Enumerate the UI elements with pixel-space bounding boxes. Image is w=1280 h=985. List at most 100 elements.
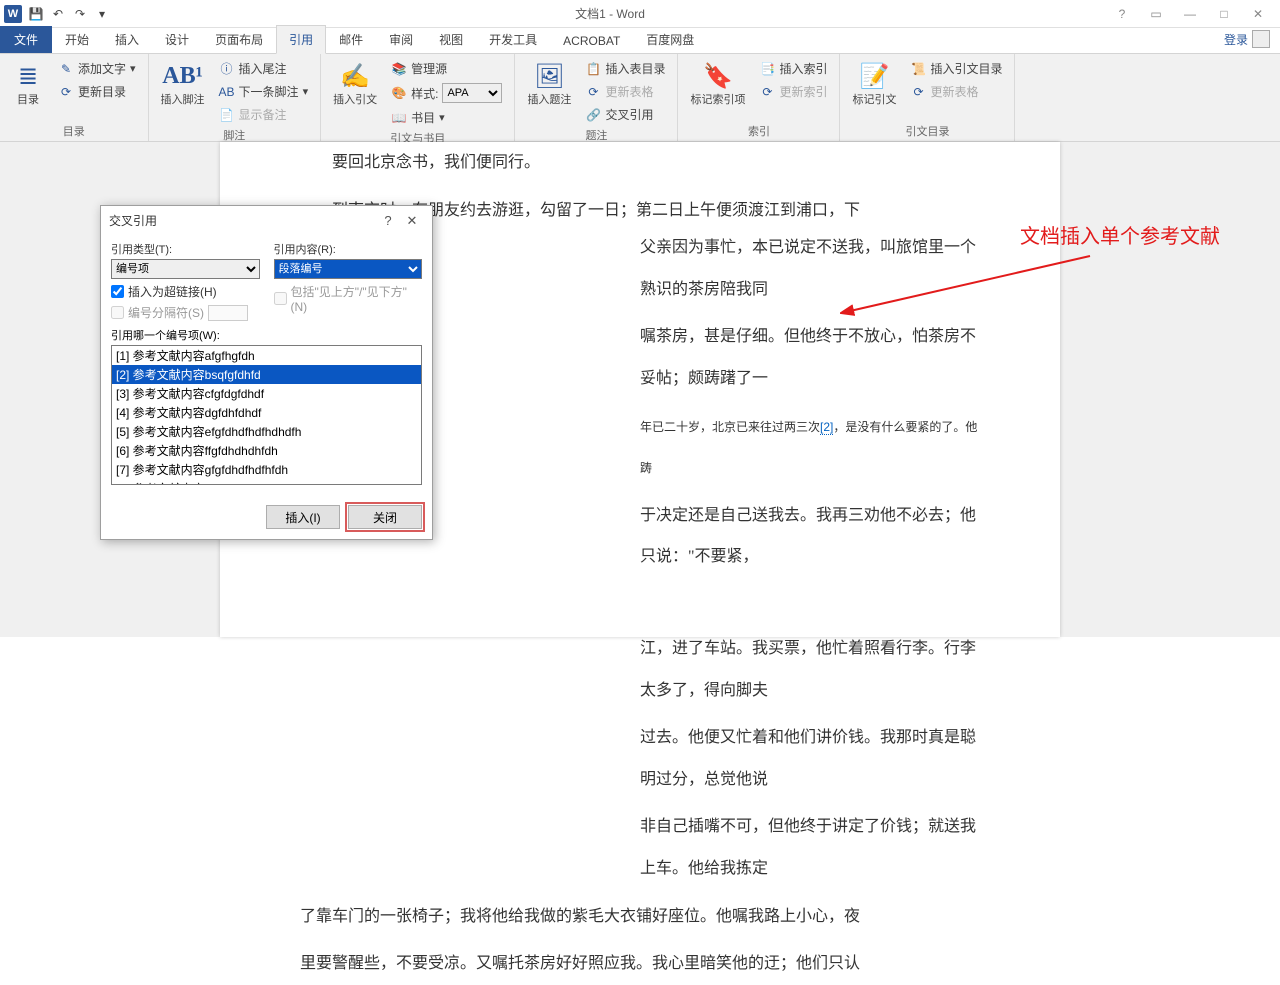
- insert-endnote-button[interactable]: ⓘ插入尾注: [215, 58, 313, 79]
- tab-review[interactable]: 审阅: [376, 25, 426, 53]
- hyperlink-checkbox[interactable]: 插入为超链接(H): [111, 283, 260, 300]
- endnote-icon: ⓘ: [219, 61, 235, 77]
- update-index-button[interactable]: ⟳更新索引: [755, 81, 831, 102]
- toc-button[interactable]: ≣ 目录: [8, 58, 48, 121]
- reftype-label: 引用类型(T):: [111, 241, 260, 257]
- redo-icon[interactable]: ↷: [72, 6, 88, 22]
- cross-reference-dialog: 交叉引用 ? ✕ 引用类型(T): 编号项 引用内容(R): 段落编号 插入为超…: [100, 205, 433, 540]
- file-tab[interactable]: 文件: [0, 26, 52, 53]
- footnote-icon: AB¹: [167, 60, 199, 92]
- close-icon[interactable]: ✕: [1246, 7, 1270, 21]
- tab-view[interactable]: 视图: [426, 25, 476, 53]
- insert-button[interactable]: 插入(I): [266, 505, 340, 529]
- group-label: 题注: [523, 125, 669, 143]
- group-label: 引文目录: [848, 121, 1006, 139]
- ribbon: ≣ 目录 ✎添加文字 ▾ ⟳更新目录 目录 AB¹ 插入脚注 ⓘ插入尾注 AB下…: [0, 54, 1280, 142]
- list-item[interactable]: [4] 参考文献内容dgfdhfdhdf: [112, 403, 421, 422]
- tab-home[interactable]: 开始: [52, 25, 102, 53]
- crossref-icon: 🔗: [585, 107, 601, 123]
- close-button[interactable]: 关闭: [348, 505, 422, 529]
- tab-developer[interactable]: 开发工具: [476, 25, 550, 53]
- undo-icon[interactable]: ↶: [50, 6, 66, 22]
- tab-acrobat[interactable]: ACROBAT: [550, 28, 633, 53]
- separator-checkbox[interactable]: 编号分隔符(S): [111, 304, 260, 321]
- style-select[interactable]: APA: [442, 83, 502, 103]
- login-link[interactable]: 登录: [1214, 25, 1280, 53]
- mark-citation-icon: 📝: [858, 60, 890, 92]
- quick-access-toolbar: W 💾 ↶ ↷ ▾: [0, 5, 110, 23]
- separator-input: [208, 305, 248, 321]
- reference-listbox[interactable]: [1] 参考文献内容afgfhgfdh [2] 参考文献内容bsqfgfdhfd…: [111, 345, 422, 485]
- help-icon[interactable]: ?: [1110, 7, 1134, 21]
- group-index: 🔖 标记索引项 📑插入索引 ⟳更新索引 索引: [678, 54, 840, 141]
- reftype-select[interactable]: 编号项: [111, 259, 260, 279]
- update-table-icon: ⟳: [585, 84, 601, 100]
- insert-caption-button[interactable]: 🖼 插入题注: [523, 58, 575, 125]
- style-icon: 🎨: [391, 85, 407, 101]
- dialog-titlebar[interactable]: 交叉引用 ? ✕: [101, 206, 432, 235]
- group-footnotes: AB¹ 插入脚注 ⓘ插入尾注 AB下一条脚注 ▾ 📄显示备注 脚注: [149, 54, 322, 141]
- list-item[interactable]: [5] 参考文献内容efgfdhdfhdfhdhdfh: [112, 422, 421, 441]
- paragraph: 非自己插嘴不可，但他终于讲定了价钱；就送我上车。他给我拣定: [300, 806, 980, 889]
- tab-baidu[interactable]: 百度网盘: [633, 25, 707, 53]
- maximize-icon[interactable]: □: [1212, 7, 1236, 21]
- manage-sources-button[interactable]: 📚管理源: [387, 58, 506, 79]
- tab-insert[interactable]: 插入: [102, 25, 152, 53]
- update-table-button[interactable]: ⟳更新表格: [581, 81, 669, 102]
- insert-footnote-button[interactable]: AB¹ 插入脚注: [157, 58, 209, 125]
- list-item[interactable]: [7] 参考文献内容gfgfdhdfhdfhfdh: [112, 460, 421, 479]
- insert-index-button[interactable]: 📑插入索引: [755, 58, 831, 79]
- ribbon-collapse-icon[interactable]: ▭: [1144, 7, 1168, 21]
- window-controls: ? ▭ — □ ✕: [1110, 7, 1280, 21]
- paragraph: 了靠车门的一张椅子；我将他给我做的紫毛大衣铺好座位。他嘱我路上小心，夜: [300, 896, 980, 938]
- word-icon: W: [4, 5, 22, 23]
- minimize-icon[interactable]: —: [1178, 7, 1202, 21]
- group-label: 目录: [8, 121, 140, 139]
- citation-ref[interactable]: [2]: [820, 420, 833, 435]
- sources-icon: 📚: [391, 61, 407, 77]
- include-above-checkbox[interactable]: 包括"见上方"/"见下方"(N): [274, 283, 423, 314]
- insert-tof-button[interactable]: 📋插入表目录: [581, 58, 669, 79]
- add-text-button[interactable]: ✎添加文字 ▾: [54, 58, 140, 79]
- cross-reference-button[interactable]: 🔗交叉引用: [581, 104, 669, 125]
- insert-toa-icon: 📜: [910, 61, 926, 77]
- ribbon-tabs: 文件 开始 插入 设计 页面布局 引用 邮件 审阅 视图 开发工具 ACROBA…: [0, 28, 1280, 54]
- show-notes-button[interactable]: 📄显示备注: [215, 104, 313, 125]
- tab-references[interactable]: 引用: [276, 25, 326, 54]
- group-toc: ≣ 目录 ✎添加文字 ▾ ⟳更新目录 目录: [0, 54, 149, 141]
- caption-icon: 🖼: [533, 60, 565, 92]
- refcontent-select[interactable]: 段落编号: [274, 259, 423, 279]
- mark-citation-button[interactable]: 📝 标记引文: [848, 58, 900, 121]
- dialog-close-icon[interactable]: ✕: [400, 213, 424, 229]
- login-label: 登录: [1224, 31, 1248, 48]
- list-item[interactable]: [3] 参考文献内容cfgfdgfdhdf: [112, 384, 421, 403]
- update-toa-button[interactable]: ⟳更新表格: [906, 81, 1006, 102]
- group-citations: ✍ 插入引文 📚管理源 🎨样式: APA 📖书目 ▾ 引文与书目: [321, 54, 515, 141]
- tab-layout[interactable]: 页面布局: [202, 25, 276, 53]
- tab-design[interactable]: 设计: [152, 25, 202, 53]
- insert-index-icon: 📑: [759, 61, 775, 77]
- group-label: 索引: [686, 121, 831, 139]
- avatar-icon: [1252, 30, 1270, 48]
- qat-dropdown-icon[interactable]: ▾: [94, 6, 110, 22]
- which-item-label: 引用哪一个编号项(W):: [111, 330, 220, 342]
- list-item[interactable]: [2] 参考文献内容bsqfgfdhfd: [112, 365, 421, 384]
- list-item[interactable]: [8] 参考文献内容hsfgasgfahgag: [112, 479, 421, 485]
- update-toc-button[interactable]: ⟳更新目录: [54, 81, 140, 102]
- insert-citation-button[interactable]: ✍ 插入引文: [329, 58, 381, 128]
- list-item[interactable]: [6] 参考文献内容ffgfdhdhdhfdh: [112, 441, 421, 460]
- add-text-icon: ✎: [58, 61, 74, 77]
- next-footnote-button[interactable]: AB下一条脚注 ▾: [215, 81, 313, 102]
- update-icon: ⟳: [58, 84, 74, 100]
- list-item[interactable]: [1] 参考文献内容afgfhgfdh: [112, 346, 421, 365]
- show-notes-icon: 📄: [219, 107, 235, 123]
- insert-toa-button[interactable]: 📜插入引文目录: [906, 58, 1006, 79]
- save-icon[interactable]: 💾: [28, 6, 44, 22]
- tab-mailings[interactable]: 邮件: [326, 25, 376, 53]
- mark-entry-icon: 🔖: [702, 60, 734, 92]
- paragraph: 要回北京念书，我们便同行。: [300, 142, 980, 184]
- dialog-help-icon[interactable]: ?: [376, 213, 400, 228]
- citation-style[interactable]: 🎨样式: APA: [387, 81, 506, 105]
- mark-entry-button[interactable]: 🔖 标记索引项: [686, 58, 749, 121]
- bibliography-button[interactable]: 📖书目 ▾: [387, 107, 506, 128]
